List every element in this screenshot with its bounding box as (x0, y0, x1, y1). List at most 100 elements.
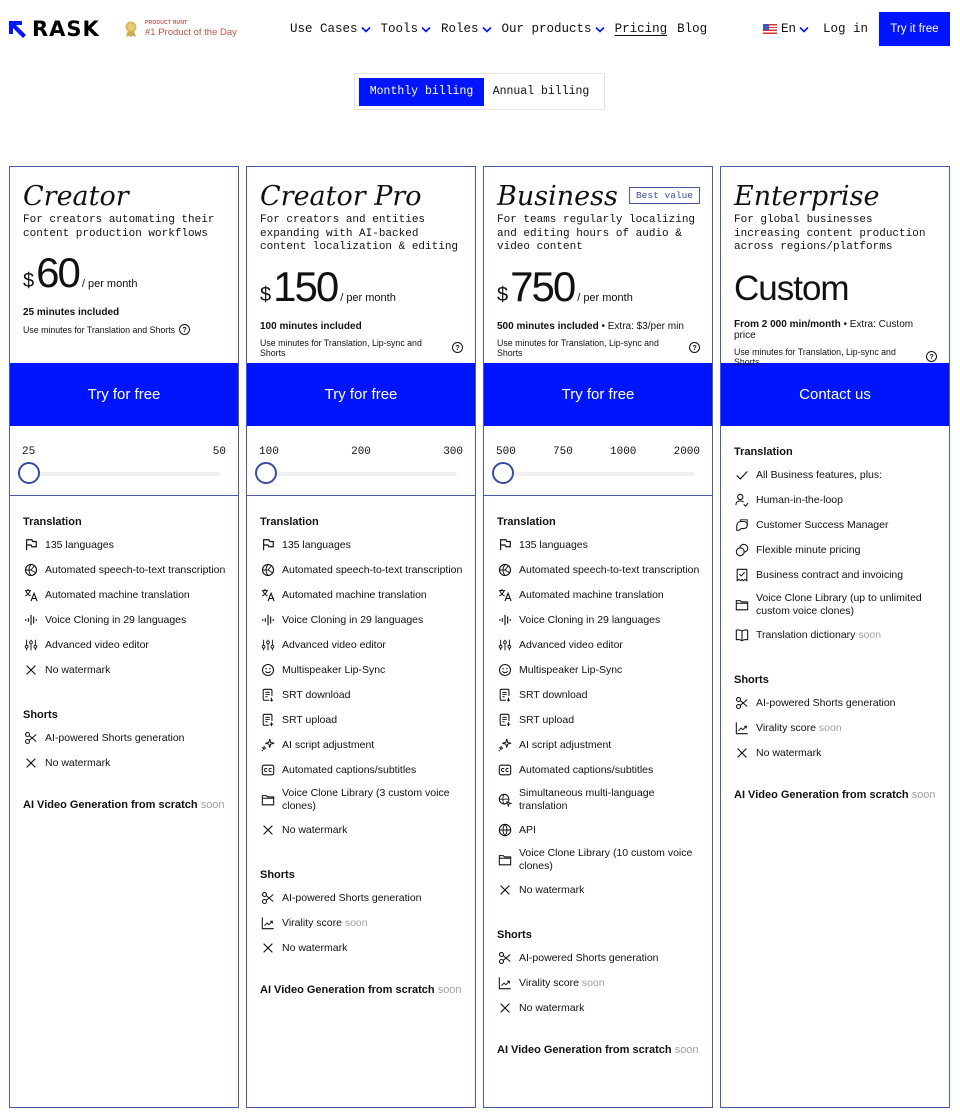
feature-text: No watermark (519, 1002, 584, 1015)
plan-description: For creators and entities expanding with… (260, 214, 459, 253)
feature-label: API (519, 823, 536, 836)
try-it-free-button[interactable]: Try it free (879, 12, 950, 46)
feature-item: Automated speech-to-text transcription (23, 562, 226, 578)
feature-text: SRT download (282, 689, 351, 702)
monthly-billing-tab[interactable]: Monthly billing (359, 77, 484, 106)
help-icon[interactable]: ? (926, 351, 937, 362)
feature-item: AI-powered Shorts generation (23, 730, 226, 746)
badge-big-text: #1 Product of the Day (145, 27, 237, 38)
chevron-down-icon (421, 26, 431, 33)
nav-use-cases[interactable]: Use Cases (290, 22, 371, 36)
feature-item: Human-in-the-loop (734, 492, 937, 508)
soon-tag: soon (437, 984, 462, 996)
use-minutes-note: Use minutes for Translation, Lip-sync an… (734, 347, 937, 367)
feature-item: No watermark (260, 940, 463, 956)
use-minutes-text: Use minutes for Translation and Shorts (23, 324, 176, 335)
feature-item: Business contract and invoicing (734, 567, 937, 583)
feature-item: Automated machine translation (260, 587, 463, 603)
feature-item: Automated speech-to-text transcription (260, 562, 463, 578)
coins-icon (734, 543, 749, 558)
feature-label: No watermark (756, 746, 822, 759)
minutes-included: From 2 000 min/month • Extra: Custom pri… (734, 319, 937, 341)
slider-track[interactable] (502, 472, 694, 476)
slider-thumb[interactable] (492, 462, 514, 484)
translate-icon (23, 588, 38, 603)
language-selector[interactable]: En (763, 22, 809, 36)
book-icon (734, 628, 749, 643)
nav-tools[interactable]: Tools (381, 22, 432, 36)
feature-item: SRT upload (497, 712, 700, 728)
help-icon[interactable]: ? (689, 342, 700, 353)
contact-us-button[interactable]: Contact us (721, 363, 949, 426)
slider-thumb[interactable] (18, 462, 40, 484)
feature-label: Business contract and invoicing (756, 568, 904, 581)
nav-roles[interactable]: Roles (441, 22, 492, 36)
slider-ticks: 100 200 300 (259, 446, 463, 458)
feature-label: Automated speech-to-text transcription (45, 563, 226, 576)
sliders-icon (497, 638, 512, 653)
feature-label: AI-powered Shorts generation (282, 891, 422, 904)
feature-label: 135 languages (519, 538, 588, 551)
translate-icon (260, 588, 275, 603)
feature-item: No watermark (497, 882, 700, 898)
flag-icon (260, 538, 275, 553)
try-for-free-button[interactable]: Try for free (484, 363, 712, 426)
login-link[interactable]: Log in (823, 22, 868, 36)
feature-text: Business contract and invoicing (756, 569, 903, 582)
feature-label: Automated machine translation (282, 588, 427, 601)
rask-logo[interactable]: RASK (8, 19, 100, 40)
soon-tag: soon (911, 789, 936, 801)
feature-item: AI script adjustment (260, 737, 463, 753)
x-icon (734, 746, 749, 761)
product-hunt-badge[interactable]: PRODUCT HUNT #1 Product of the Day (124, 20, 237, 38)
chat-icon (734, 518, 749, 533)
slider-tick: 1000 (610, 446, 637, 458)
price-row: $ 60 / per month (23, 251, 226, 295)
slider-thumb[interactable] (255, 462, 277, 484)
try-for-free-button[interactable]: Try for free (10, 363, 238, 426)
x-icon (497, 1001, 512, 1016)
feature-label: Multispeaker Lip-Sync (282, 663, 386, 676)
slider-tick: 2000 (673, 446, 700, 458)
currency-symbol: $ (260, 283, 272, 306)
feature-label: Automated machine translation (519, 588, 664, 601)
nav-our-products[interactable]: Our products (502, 22, 605, 36)
feature-item: SRT download (497, 687, 700, 703)
feature-text: No watermark (282, 824, 347, 837)
feature-item: Voice Cloning in 29 languages (260, 612, 463, 628)
plan-price: 750 (510, 262, 576, 310)
feature-text: No watermark (45, 757, 110, 770)
feature-text: SRT upload (519, 714, 574, 727)
nav-blog[interactable]: Blog (677, 22, 707, 36)
feature-text: Voice Cloning in 29 languages (45, 614, 186, 627)
section-title-shorts: Shorts (497, 929, 532, 941)
feature-label: SRT download (282, 688, 351, 701)
feature-text: Multispeaker Lip-Sync (282, 664, 385, 677)
help-icon[interactable]: ? (179, 324, 191, 335)
slider-track[interactable] (265, 472, 457, 476)
feature-label: Voice Clone Library (10 custom voice clo… (519, 847, 693, 872)
minutes-extra: • Extra: $3/per min (598, 320, 684, 332)
feature-text: Automated machine translation (45, 589, 190, 602)
annual-billing-tab[interactable]: Annual billing (484, 78, 598, 106)
waveform-icon (23, 613, 38, 628)
feature-text: Flexible minute pricing (756, 544, 860, 557)
slider-track[interactable] (28, 472, 220, 476)
file-download-icon (260, 688, 275, 703)
nav-pricing[interactable]: Pricing (615, 22, 668, 36)
minutes-bold: From 2 000 min/month (734, 318, 841, 330)
feature-text: AI-powered Shorts generation (45, 732, 185, 745)
feature-item: Voice Clone Library (3 custom voice clon… (260, 787, 463, 813)
feature-label: AI-powered Shorts generation (756, 696, 896, 709)
section-title-translation: Translation (734, 446, 793, 458)
feature-list: Translation 135 languages Automated spee… (484, 496, 712, 1056)
check-icon (734, 468, 749, 483)
feature-item: Voice Cloning in 29 languages (497, 612, 700, 628)
price-row: $ 750 / per month (497, 262, 700, 310)
section-title-translation: Translation (260, 516, 319, 528)
sliders-icon (260, 638, 275, 653)
try-for-free-button[interactable]: Try for free (247, 363, 475, 426)
nav-label: Pricing (614, 22, 668, 36)
help-icon[interactable]: ? (452, 342, 463, 353)
sliders-icon (23, 638, 38, 653)
